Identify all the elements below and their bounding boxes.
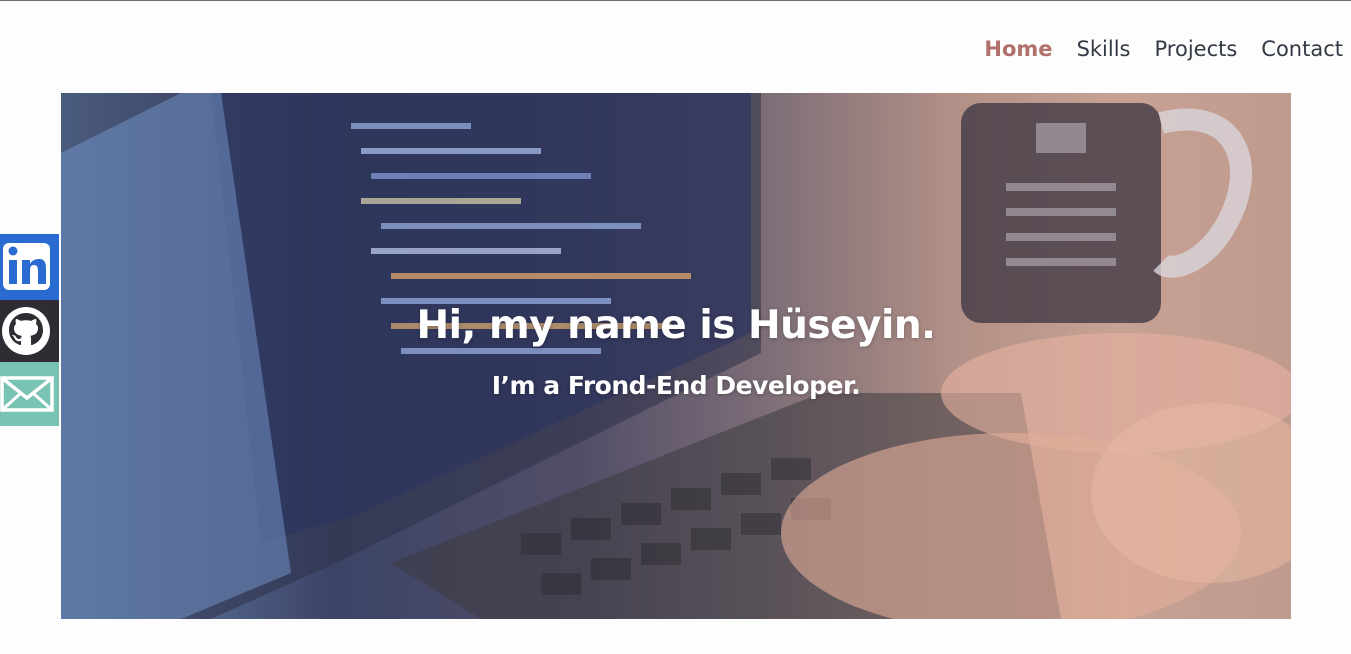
social-sidebar [0,234,59,426]
linkedin-link[interactable] [0,234,59,300]
mail-icon [0,376,54,412]
nav-contact-link[interactable]: Contact [1261,34,1343,64]
hero-banner: Hi, my name is Hüseyin. I’m a Frond-End … [61,93,1291,619]
nav-skills-link[interactable]: Skills [1077,34,1131,64]
github-link[interactable] [0,300,59,362]
top-border [0,0,1351,1]
github-icon [2,307,50,355]
main-nav: Home Skills Projects Contact [984,34,1343,64]
hero-subtitle: I’m a Frond-End Developer. [491,371,861,400]
hero-title: Hi, my name is Hüseyin. [416,303,936,348]
hero-text: Hi, my name is Hüseyin. I’m a Frond-End … [61,93,1291,619]
nav-projects-link[interactable]: Projects [1155,34,1238,64]
email-link[interactable] [0,362,59,426]
linkedin-icon [3,243,50,290]
nav-home-link[interactable]: Home [984,34,1052,64]
